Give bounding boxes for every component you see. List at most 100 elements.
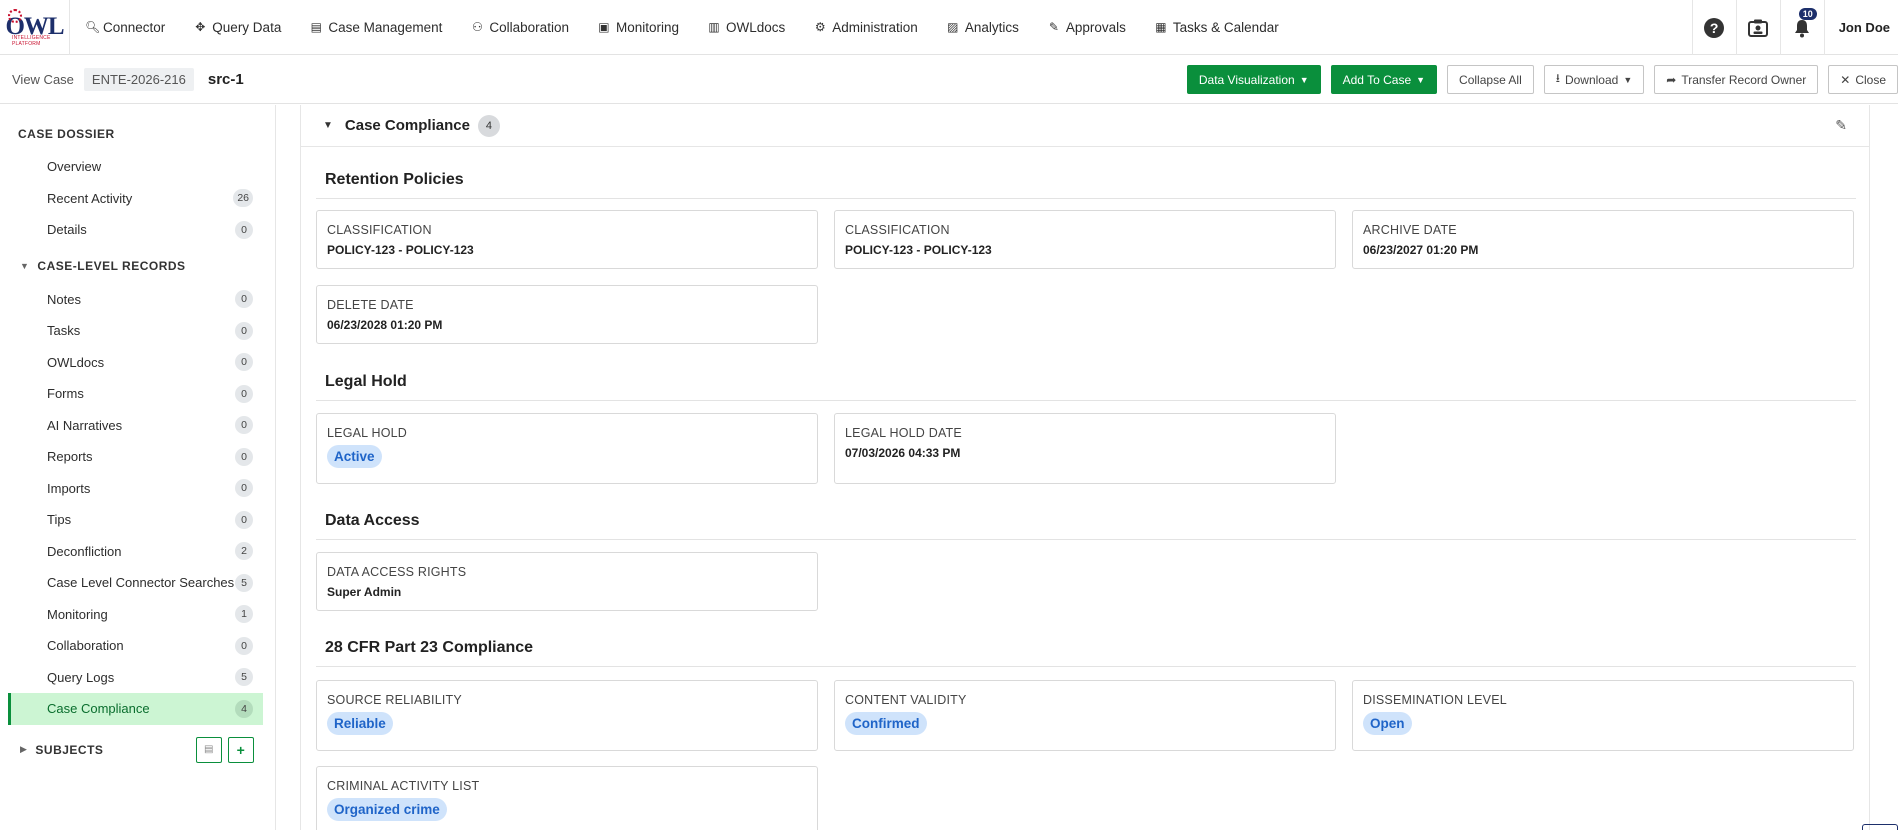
caret-down-icon: ▼ xyxy=(1623,74,1633,85)
status-badge: Organized crime xyxy=(327,798,447,821)
sidebar-item-forms[interactable]: Forms 0 xyxy=(8,378,263,410)
approval-icon: ✎ xyxy=(1048,20,1059,34)
content-validity-card: CONTENT VALIDITY Confirmed xyxy=(834,680,1336,751)
sidebar-item-deconfliction[interactable]: Deconfliction 2 xyxy=(8,536,263,568)
sidebar-item-details[interactable]: Details 0 xyxy=(8,214,263,246)
help-icon: ? xyxy=(1704,17,1725,38)
notification-badge: 10 xyxy=(1798,8,1817,20)
sidebar-item-imports[interactable]: Imports 0 xyxy=(8,473,263,505)
count-badge: 5 xyxy=(235,668,253,687)
collapse-all-button[interactable]: Collapse All xyxy=(1447,65,1534,94)
status-badge: Active xyxy=(327,445,382,468)
retention-policies-section: Retention Policies xyxy=(316,161,1856,199)
transfer-record-owner-button[interactable]: ➦ Transfer Record Owner xyxy=(1654,65,1819,94)
archive-icon: ▤ xyxy=(204,744,214,755)
user-menu[interactable]: Jon Doe xyxy=(1823,0,1898,55)
archive-subject-button[interactable]: ▤ xyxy=(196,736,222,763)
sidebar-item-notes[interactable]: Notes 0 xyxy=(8,284,263,316)
close-button[interactable]: ✕ Close xyxy=(1828,65,1898,94)
section-title: Data Access xyxy=(316,502,1856,540)
document-icon: ▥ xyxy=(708,20,720,34)
sidebar-item-recent-activity[interactable]: Recent Activity 26 xyxy=(8,183,263,215)
status-badge: Confirmed xyxy=(845,712,927,735)
nav-administration[interactable]: ⚙ Administration xyxy=(814,20,918,35)
view-case-label: View Case xyxy=(12,72,74,87)
add-subject-button[interactable]: + xyxy=(228,736,254,763)
sidebar-item-reports[interactable]: Reports 0 xyxy=(8,441,263,473)
count-badge: 26 xyxy=(233,189,253,208)
data-access-section: Data Access xyxy=(316,502,1856,540)
nav-query-data[interactable]: ✥ Query Data xyxy=(194,20,281,35)
count-badge: 0 xyxy=(235,479,253,498)
case-name: src-1 xyxy=(207,71,244,88)
share-icon: ➦ xyxy=(1666,72,1677,87)
search-icon: 🔍︎ xyxy=(85,20,101,34)
chevron-right-icon: ▶ xyxy=(20,744,28,754)
nav-approvals[interactable]: ✎ Approvals xyxy=(1048,20,1126,35)
data-visualization-button[interactable]: Data Visualization ▼ xyxy=(1186,65,1321,94)
section-title: Retention Policies xyxy=(316,161,1856,199)
download-icon: ⭳ xyxy=(1555,71,1560,85)
notifications-button[interactable]: 10 xyxy=(1779,0,1824,55)
legal-hold-date-card: LEGAL HOLD DATE 07/03/2026 04:33 PM xyxy=(834,413,1336,484)
sidebar-item-tips[interactable]: Tips 0 xyxy=(8,504,263,536)
sidebar-item-collaboration[interactable]: Collaboration 0 xyxy=(8,630,263,662)
nav-case-management[interactable]: ▤ Case Management xyxy=(310,20,443,35)
section-title: 28 CFR Part 23 Compliance xyxy=(316,629,1856,667)
close-icon: ✕ xyxy=(1840,72,1851,87)
chevron-down-icon: ▼ xyxy=(20,260,30,271)
nav-tasks-calendar[interactable]: ▦ Tasks & Calendar xyxy=(1155,20,1278,35)
logo-burst-icon xyxy=(8,8,22,23)
download-button[interactable]: ⭳ Download ▼ xyxy=(1543,65,1645,94)
sidebar-item-query-logs[interactable]: Query Logs 5 xyxy=(8,662,263,694)
sidebar-item-monitoring[interactable]: Monitoring 1 xyxy=(8,599,263,631)
count-badge: 0 xyxy=(235,353,253,372)
case-toolbar: View Case ENTE-2026-216 src-1 Data Visua… xyxy=(0,56,1898,104)
edit-icon[interactable]: ✎ xyxy=(1835,117,1847,134)
count-badge: 5 xyxy=(235,573,253,592)
caret-down-icon: ▼ xyxy=(1299,74,1309,85)
case-dossier-heading: CASE DOSSIER xyxy=(18,127,115,141)
file-chart-icon: ▨ xyxy=(947,20,959,34)
count-badge: 1 xyxy=(235,605,253,624)
move-icon: ✥ xyxy=(195,20,206,34)
bell-icon xyxy=(1795,19,1810,37)
delete-date-card: DELETE DATE 06/23/2028 01:20 PM xyxy=(316,285,818,344)
data-access-rights-card: DATA ACCESS RIGHTS Super Admin xyxy=(316,552,818,611)
panel-header[interactable]: ▼ Case Compliance 4 xyxy=(301,105,1869,147)
sidebar-item-connector-searches[interactable]: Case Level Connector Searches 5 xyxy=(8,567,263,599)
folder-icon: ▤ xyxy=(310,20,322,34)
sidebar-item-owldocs[interactable]: OWLdocs 0 xyxy=(8,347,263,379)
case-id-badge: ENTE-2026-216 xyxy=(83,68,194,91)
sidebar-item-overview[interactable]: Overview xyxy=(8,151,263,183)
nav-owldocs[interactable]: ▥ OWLdocs xyxy=(708,20,785,35)
case-level-records-toggle[interactable]: ▼ CASE-LEVEL RECORDS xyxy=(0,252,275,280)
id-card-button[interactable] xyxy=(1735,0,1780,55)
floating-tab[interactable] xyxy=(1862,824,1898,830)
count-badge: 0 xyxy=(235,416,253,435)
nav-connector[interactable]: 🔍︎ Connector xyxy=(85,20,165,35)
help-button[interactable]: ? xyxy=(1691,0,1736,55)
add-to-case-button[interactable]: Add To Case ▼ xyxy=(1330,65,1438,94)
case-sidebar: CASE DOSSIER Overview Recent Activity 26 … xyxy=(0,105,276,830)
case-compliance-panel: ▼ Case Compliance 4 ✎ Retention Policies… xyxy=(300,105,1870,830)
nav-collaboration[interactable]: ⚇ Collaboration xyxy=(471,20,569,35)
sidebar-item-ai-narratives[interactable]: AI Narratives 0 xyxy=(8,410,263,442)
owl-logo[interactable]: OWL INTELLIGENCE PLATFORM xyxy=(0,0,70,55)
source-reliability-card: SOURCE RELIABILITY Reliable xyxy=(316,680,818,751)
nav-analytics[interactable]: ▨ Analytics xyxy=(947,20,1019,35)
count-badge: 0 xyxy=(235,290,253,309)
sidebar-item-case-compliance[interactable]: Case Compliance 4 xyxy=(8,693,263,725)
caret-down-icon: ▼ xyxy=(1416,74,1426,85)
subjects-toggle[interactable]: ▶ SUBJECTS ▤ + xyxy=(0,735,275,765)
users-icon: ⚇ xyxy=(472,20,483,34)
count-badge: 2 xyxy=(235,542,253,561)
panel-title: Case Compliance xyxy=(344,117,470,134)
dissemination-level-card: DISSEMINATION LEVEL Open xyxy=(1352,680,1854,751)
criminal-activity-card: CRIMINAL ACTIVITY LIST Organized crime xyxy=(316,766,818,830)
count-badge: 0 xyxy=(235,384,253,403)
nav-monitoring[interactable]: ▣ Monitoring xyxy=(598,20,679,35)
classification-card: CLASSIFICATION POLICY-123 - POLICY-123 xyxy=(316,210,818,269)
plus-icon: + xyxy=(236,741,246,758)
sidebar-item-tasks[interactable]: Tasks 0 xyxy=(8,315,263,347)
